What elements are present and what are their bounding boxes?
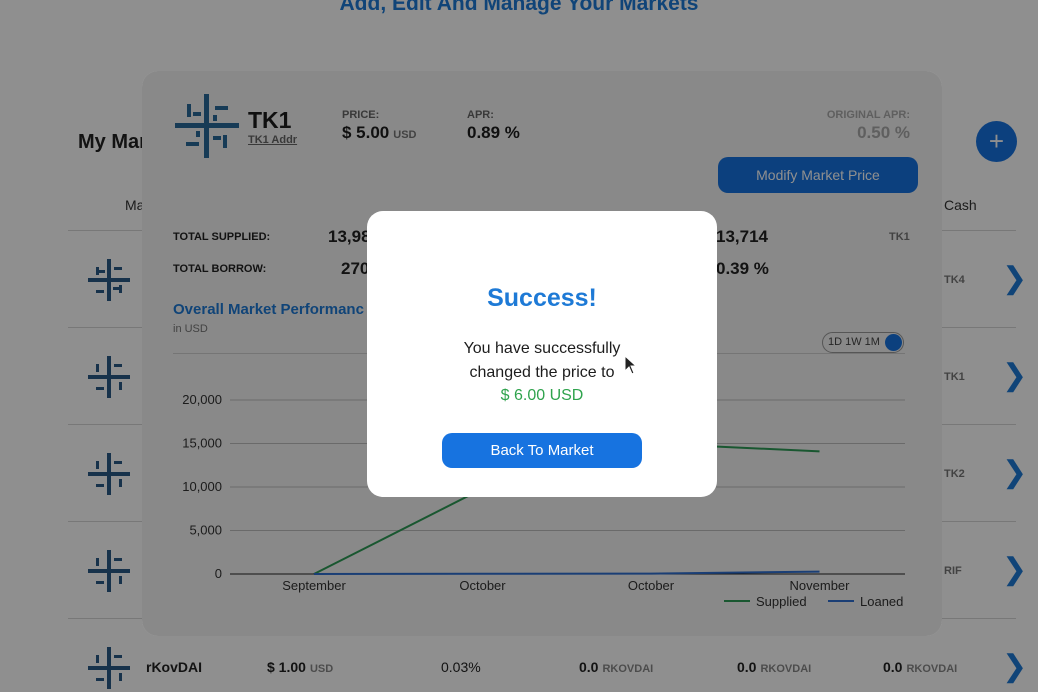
- back-to-market-button[interactable]: Back To Market: [442, 433, 642, 468]
- mouse-cursor-icon: [624, 355, 638, 375]
- success-dialog: Success! You have successfully changed t…: [367, 211, 717, 497]
- dialog-message: You have successfully changed the price …: [463, 340, 621, 381]
- dialog-title: Success!: [487, 284, 597, 312]
- dialog-new-price: $ 6.00 USD: [500, 387, 584, 404]
